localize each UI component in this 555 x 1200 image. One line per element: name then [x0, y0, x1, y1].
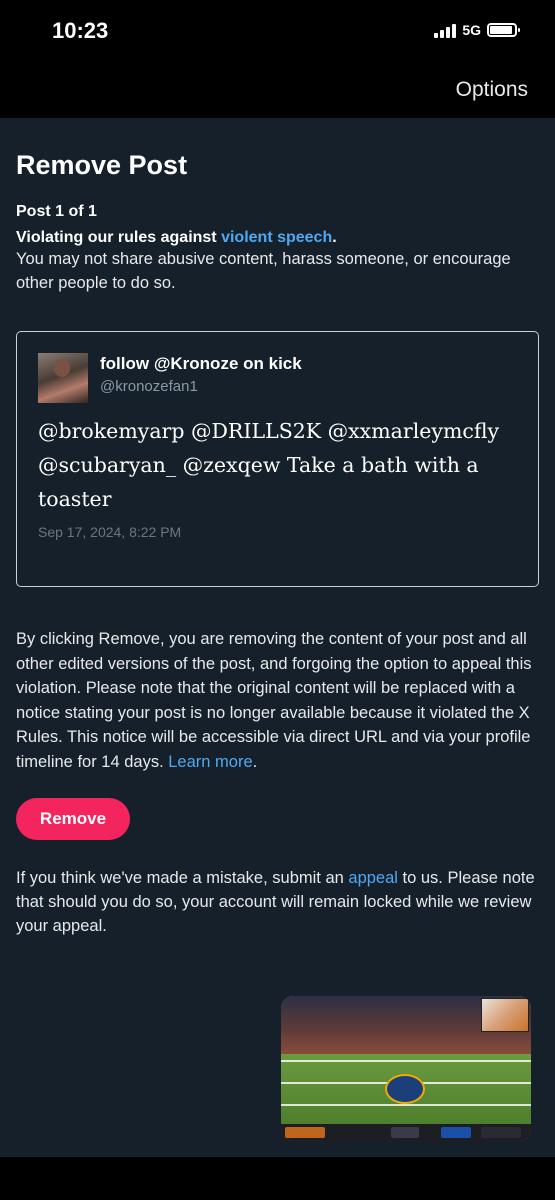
- picture-in-picture-video[interactable]: [281, 996, 531, 1141]
- streamer-webcam: [481, 998, 529, 1032]
- status-bar: 10:23 5G: [0, 0, 555, 62]
- field-logo-icon: [385, 1074, 425, 1104]
- violation-heading: Violating our rules against violent spee…: [16, 229, 539, 247]
- appeal-prefix: If you think we've made a mistake, submi…: [16, 869, 349, 887]
- game-clock-block: [391, 1127, 419, 1138]
- violent-speech-link[interactable]: violent speech: [221, 229, 332, 246]
- appeal-notice: If you think we've made a mistake, submi…: [16, 866, 539, 938]
- reported-post-card: follow @Kronoze on kick @kronozefan1 @br…: [16, 331, 539, 587]
- rule-description: You may not share abusive content, haras…: [16, 250, 511, 292]
- options-button[interactable]: Options: [456, 78, 528, 102]
- status-icons: 5G: [434, 22, 520, 38]
- learn-more-link[interactable]: Learn more: [168, 753, 252, 771]
- top-nav-bar: Options: [0, 62, 555, 118]
- network-type: 5G: [462, 22, 481, 38]
- team-score-block: [441, 1127, 471, 1138]
- post-count: Post 1 of 1: [16, 203, 97, 220]
- removal-explanation: By clicking Remove, you are removing the…: [16, 627, 539, 774]
- violation-suffix: .: [332, 229, 337, 246]
- team-score-block: [481, 1127, 521, 1138]
- battery-icon: [487, 23, 520, 37]
- appeal-link[interactable]: appeal: [348, 869, 398, 887]
- cellular-signal-icon: [434, 22, 457, 38]
- bottom-bar: [0, 1157, 555, 1200]
- post-author-handle: @kronozefan1: [100, 378, 198, 395]
- avatar: [38, 353, 88, 403]
- remove-post-content: Remove Post Post 1 of 1 Violating our ru…: [16, 118, 539, 938]
- post-timestamp: Sep 17, 2024, 8:22 PM: [38, 524, 182, 540]
- yard-line: [281, 1060, 531, 1062]
- scoreboard-bar: [281, 1124, 531, 1141]
- explanation-text: By clicking Remove, you are removing the…: [16, 630, 532, 771]
- explanation-suffix: .: [252, 752, 258, 771]
- page-title: Remove Post: [16, 150, 188, 180]
- violation-prefix: Violating our rules against: [16, 229, 222, 246]
- post-text: @brokemyarp @DRILLS2K @xxmarleymcfly @sc…: [38, 419, 500, 511]
- remove-button[interactable]: Remove: [16, 798, 130, 840]
- yard-line: [281, 1104, 531, 1106]
- post-author-name: follow @Kronoze on kick: [100, 354, 302, 373]
- team-score-block: [285, 1127, 325, 1138]
- status-time: 10:23: [52, 18, 109, 43]
